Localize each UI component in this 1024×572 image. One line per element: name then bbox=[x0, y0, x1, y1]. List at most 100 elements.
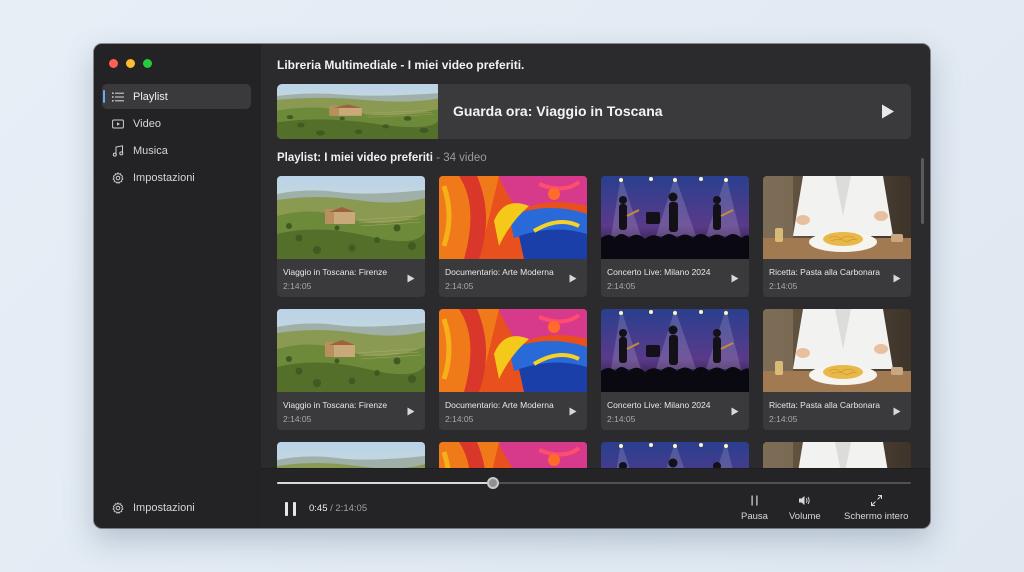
list-icon bbox=[112, 91, 124, 103]
video-thumbnail bbox=[601, 176, 749, 259]
playlist-count: 34 video bbox=[443, 152, 487, 164]
sidebar-item-musica[interactable]: Musica bbox=[102, 138, 251, 163]
fullscreen-button[interactable]: Schermo intero bbox=[844, 494, 908, 522]
video-card[interactable] bbox=[439, 442, 587, 468]
video-card[interactable]: Ricetta: Pasta alla Carbonara 2:14:05 bbox=[763, 309, 911, 430]
video-duration: 2:14:05 bbox=[283, 414, 312, 424]
video-title: Concerto Live: Milano 2024 bbox=[607, 400, 711, 410]
sidebar-nav: Playlist Video Musica Impostazioni bbox=[102, 84, 251, 192]
video-duration: 2:14:05 bbox=[445, 414, 474, 424]
video-icon bbox=[112, 118, 124, 130]
close-window-button[interactable] bbox=[109, 59, 118, 68]
video-thumbnail bbox=[601, 309, 749, 392]
playlist-separator: - bbox=[432, 152, 444, 164]
pause-icon bbox=[751, 495, 758, 506]
video-grid-viewport: Viaggio in Toscana: Firenze 2:14:05 Docu… bbox=[277, 176, 917, 468]
video-card[interactable] bbox=[763, 442, 911, 468]
video-title: Viaggio in Toscana: Firenze bbox=[283, 267, 388, 277]
playlist-heading: Playlist: I miei video preferiti - 34 vi… bbox=[277, 152, 487, 164]
maximize-window-button[interactable] bbox=[143, 59, 152, 68]
play-icon[interactable] bbox=[893, 407, 901, 416]
volume-label: Volume bbox=[789, 511, 821, 522]
sidebar: Playlist Video Musica Impostazioni Impos… bbox=[94, 44, 261, 528]
scrollbar[interactable] bbox=[921, 158, 924, 224]
video-thumbnail bbox=[763, 309, 911, 392]
sidebar-item-impostazioni-bottom[interactable]: Impostazioni bbox=[102, 495, 251, 520]
window-controls bbox=[109, 59, 152, 68]
fullscreen-label: Schermo intero bbox=[844, 511, 909, 522]
gear-icon bbox=[112, 171, 124, 184]
sidebar-item-label: Impostazioni bbox=[133, 501, 195, 514]
video-title: Documentario: Arte Moderna bbox=[445, 267, 554, 277]
pausa-label: Pausa bbox=[741, 511, 768, 522]
video-card[interactable]: Ricetta: Pasta alla Carbonara 2:14:05 bbox=[763, 176, 911, 297]
now-playing-banner[interactable]: Guarda ora: Viaggio in Toscana bbox=[277, 84, 911, 139]
video-duration: 2:14:05 bbox=[445, 281, 474, 291]
video-card[interactable]: Concerto Live: Milano 2024 2:14:05 bbox=[601, 176, 749, 297]
progress-fill bbox=[277, 482, 493, 484]
video-thumbnail bbox=[439, 309, 587, 392]
video-card[interactable] bbox=[277, 442, 425, 468]
play-icon[interactable] bbox=[881, 104, 895, 119]
video-thumbnail bbox=[763, 442, 911, 468]
video-grid: Viaggio in Toscana: Firenze 2:14:05 Docu… bbox=[277, 176, 917, 468]
current-time: 0:45 bbox=[309, 503, 328, 514]
video-thumbnail bbox=[439, 442, 587, 468]
video-thumbnail bbox=[601, 442, 749, 468]
video-thumbnail bbox=[277, 309, 425, 392]
play-icon[interactable] bbox=[407, 407, 415, 416]
play-icon[interactable] bbox=[569, 274, 577, 283]
video-title: Viaggio in Toscana: Firenze bbox=[283, 400, 388, 410]
play-icon[interactable] bbox=[407, 274, 415, 283]
sidebar-item-label: Musica bbox=[133, 144, 168, 157]
video-title: Documentario: Arte Moderna bbox=[445, 400, 554, 410]
video-duration: 2:14:05 bbox=[769, 414, 798, 424]
video-duration: 2:14:05 bbox=[607, 414, 636, 424]
total-time: 2:14:05 bbox=[335, 503, 368, 514]
pausa-button[interactable]: Pausa bbox=[741, 494, 768, 522]
app-window: Playlist Video Musica Impostazioni Impos… bbox=[94, 44, 930, 528]
video-title: Concerto Live: Milano 2024 bbox=[607, 267, 711, 277]
video-card[interactable]: Viaggio in Toscana: Firenze 2:14:05 bbox=[277, 309, 425, 430]
video-duration: 2:14:05 bbox=[769, 281, 798, 291]
video-title: Ricetta: Pasta alla Carbonara bbox=[769, 267, 881, 277]
player-bar: 0:45 / 2:14:05 Pausa Volume Schermo inte… bbox=[261, 468, 930, 528]
hero-thumbnail bbox=[277, 84, 438, 139]
play-icon[interactable] bbox=[893, 274, 901, 283]
video-card[interactable]: Documentario: Arte Moderna 2:14:05 bbox=[439, 309, 587, 430]
play-icon[interactable] bbox=[731, 407, 739, 416]
gear-icon bbox=[112, 501, 124, 514]
play-icon[interactable] bbox=[569, 407, 577, 416]
sidebar-item-impostazioni[interactable]: Impostazioni bbox=[102, 165, 251, 190]
sidebar-item-playlist[interactable]: Playlist bbox=[102, 84, 251, 109]
sidebar-footer: Impostazioni bbox=[102, 495, 251, 522]
video-duration: 2:14:05 bbox=[607, 281, 636, 291]
page-title: Libreria Multimediale - I miei video pre… bbox=[277, 58, 525, 72]
video-duration: 2:14:05 bbox=[283, 281, 312, 291]
video-card[interactable]: Viaggio in Toscana: Firenze 2:14:05 bbox=[277, 176, 425, 297]
music-icon bbox=[112, 144, 124, 157]
fullscreen-icon bbox=[870, 495, 882, 506]
pause-button[interactable] bbox=[285, 502, 297, 516]
video-title: Ricetta: Pasta alla Carbonara bbox=[769, 400, 881, 410]
volume-icon bbox=[799, 496, 810, 505]
minimize-window-button[interactable] bbox=[126, 59, 135, 68]
sidebar-item-label: Impostazioni bbox=[133, 171, 195, 184]
playlist-title: Playlist: I miei video preferiti bbox=[277, 152, 433, 164]
video-thumbnail bbox=[763, 176, 911, 259]
hero-title: Guarda ora: Viaggio in Toscana bbox=[453, 103, 663, 119]
progress-bar[interactable] bbox=[277, 477, 911, 489]
main-content: Libreria Multimediale - I miei video pre… bbox=[261, 44, 930, 528]
sidebar-item-video[interactable]: Video bbox=[102, 111, 251, 136]
progress-handle[interactable] bbox=[486, 477, 499, 489]
play-icon[interactable] bbox=[731, 274, 739, 283]
sidebar-item-label: Video bbox=[133, 117, 161, 130]
time-display: 0:45 / 2:14:05 bbox=[309, 503, 367, 514]
volume-button[interactable]: Volume bbox=[789, 494, 821, 522]
video-card[interactable]: Documentario: Arte Moderna 2:14:05 bbox=[439, 176, 587, 297]
video-card[interactable]: Concerto Live: Milano 2024 2:14:05 bbox=[601, 309, 749, 430]
video-thumbnail bbox=[277, 176, 425, 259]
video-card[interactable] bbox=[601, 442, 749, 468]
sidebar-item-label: Playlist bbox=[133, 90, 168, 103]
video-thumbnail bbox=[439, 176, 587, 259]
